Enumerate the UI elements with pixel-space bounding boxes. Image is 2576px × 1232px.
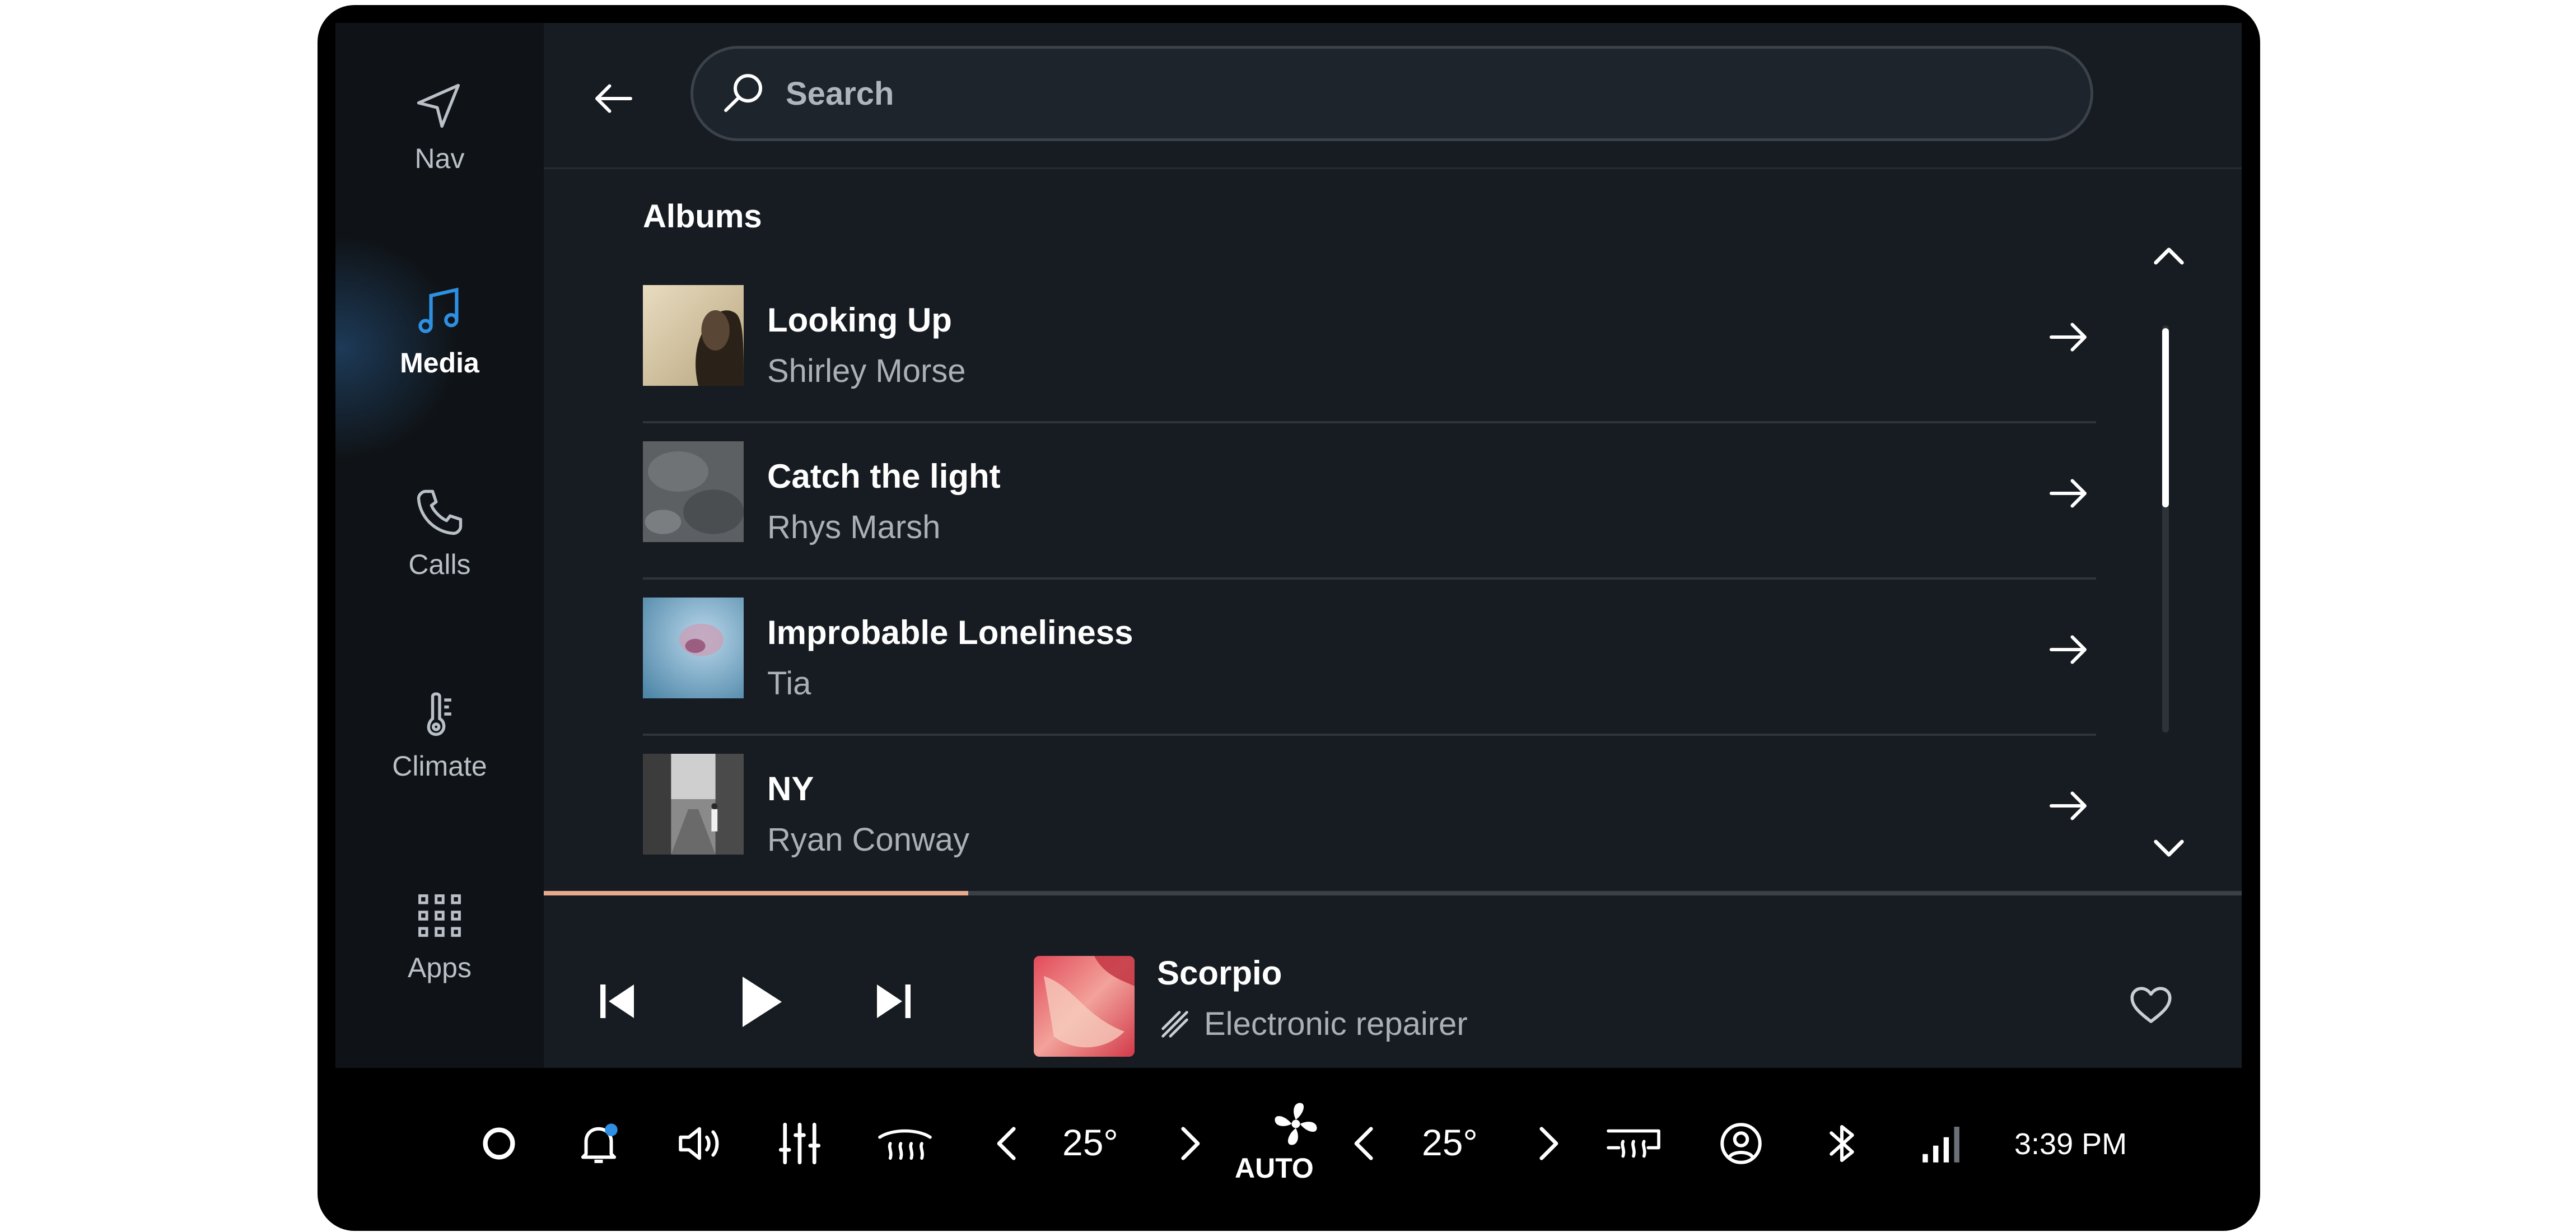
skip-previous-icon[interactable] — [592, 976, 642, 1026]
now-playing-bar: Scorpio Electronic repairer — [544, 895, 2242, 1068]
album-artist: Shirley Morse — [767, 353, 966, 389]
list-item[interactable]: Improbable Loneliness Tia — [643, 585, 2099, 741]
home-icon[interactable] — [474, 1118, 524, 1169]
rail-item-climate[interactable]: Climate — [335, 664, 544, 804]
top-bar: Search — [544, 23, 2242, 169]
divider — [643, 421, 2096, 423]
fan-icon[interactable] — [1271, 1099, 1321, 1149]
rail-item-calls[interactable]: Calls — [335, 463, 544, 603]
divider — [643, 577, 2096, 580]
front-defrost-icon[interactable] — [1603, 1118, 1664, 1169]
rail-item-nav[interactable]: Nav — [335, 57, 544, 197]
signal-strength-icon — [1922, 1127, 1959, 1163]
phone-icon — [417, 489, 463, 535]
bell-icon[interactable] — [573, 1118, 624, 1169]
album-title: NY — [767, 770, 814, 808]
divider — [643, 734, 2096, 736]
search-icon — [724, 74, 762, 112]
clock: 3:39 PM — [2014, 1127, 2127, 1161]
navigation-arrow-icon — [417, 83, 460, 128]
rail-item-label: Climate — [392, 750, 487, 782]
bluetooth-icon[interactable] — [1817, 1118, 1867, 1169]
skip-next-icon[interactable] — [869, 976, 919, 1026]
volume-icon[interactable] — [674, 1118, 725, 1169]
arrow-right-icon[interactable] — [2043, 468, 2093, 519]
search-placeholder: Search — [786, 75, 894, 112]
album-art — [643, 754, 744, 855]
heart-icon[interactable] — [2126, 979, 2176, 1030]
album-list: Looking Up Shirley Morse Catch the light… — [643, 273, 2099, 898]
rail-item-label: Apps — [408, 952, 472, 983]
album-art — [643, 285, 744, 386]
nav-rail: Nav Media Calls Climate Apps — [335, 23, 544, 1068]
fan-mode: AUTO — [1235, 1152, 1314, 1184]
now-playing-title: Scorpio — [1157, 954, 1282, 992]
arrow-right-icon[interactable] — [2043, 781, 2093, 831]
playback-progress-fill — [544, 891, 968, 895]
chevron-down-icon[interactable] — [2146, 825, 2191, 870]
magic-wand-icon — [1161, 1010, 1188, 1038]
rail-item-label: Nav — [414, 143, 465, 174]
album-art — [643, 598, 744, 698]
album-title: Looking Up — [767, 301, 952, 339]
chevron-right-icon[interactable] — [1173, 1118, 1206, 1169]
album-artist: Ryan Conway — [767, 822, 970, 858]
apps-grid-icon — [418, 894, 461, 937]
main-panel: Search Albums Looking Up Shirley Morse C… — [544, 23, 2242, 1068]
rail-item-label: Calls — [408, 549, 471, 580]
now-playing-artist: Electronic repairer — [1157, 1005, 1468, 1043]
temp-left: 25° — [1062, 1122, 1118, 1163]
rail-item-media[interactable]: Media — [335, 261, 544, 401]
chevron-left-icon[interactable] — [1348, 1118, 1382, 1169]
system-bar: 25° AUTO 25° 3:39 PM — [335, 1068, 2242, 1221]
section-title: Albums — [643, 198, 762, 235]
rail-item-label: Media — [400, 347, 479, 379]
album-title: Catch the light — [767, 458, 1001, 495]
search-input[interactable]: Search — [690, 46, 2093, 141]
chevron-left-icon[interactable] — [991, 1118, 1024, 1169]
album-art — [643, 441, 744, 542]
temp-right: 25° — [1422, 1122, 1478, 1163]
arrow-right-icon[interactable] — [2043, 624, 2093, 675]
rear-defrost-icon[interactable] — [874, 1118, 936, 1169]
thermometer-icon — [427, 692, 451, 736]
list-item[interactable]: NY Ryan Conway — [643, 741, 2099, 898]
rail-item-apps[interactable]: Apps — [335, 866, 544, 1006]
album-artist: Tia — [767, 665, 811, 702]
music-note-icon — [418, 287, 459, 333]
album-artist: Rhys Marsh — [767, 509, 941, 545]
profile-icon[interactable] — [1716, 1118, 1766, 1169]
screen: Nav Media Calls Climate Apps Search Albu… — [335, 23, 2242, 1068]
arrow-right-icon[interactable] — [2043, 312, 2093, 362]
equalizer-icon[interactable] — [774, 1118, 825, 1169]
album-title: Improbable Loneliness — [767, 614, 1133, 651]
now-playing-art — [1034, 956, 1135, 1057]
back-arrow-icon[interactable] — [589, 73, 639, 124]
list-item[interactable]: Catch the light Rhys Marsh — [643, 429, 2099, 585]
scrollbar-thumb[interactable] — [2162, 328, 2169, 507]
now-playing-artist-name: Electronic repairer — [1204, 1006, 1468, 1042]
chevron-right-icon[interactable] — [1531, 1118, 1565, 1169]
list-item[interactable]: Looking Up Shirley Morse — [643, 273, 2099, 429]
play-icon[interactable] — [726, 968, 793, 1035]
chevron-up-icon[interactable] — [2146, 235, 2191, 279]
